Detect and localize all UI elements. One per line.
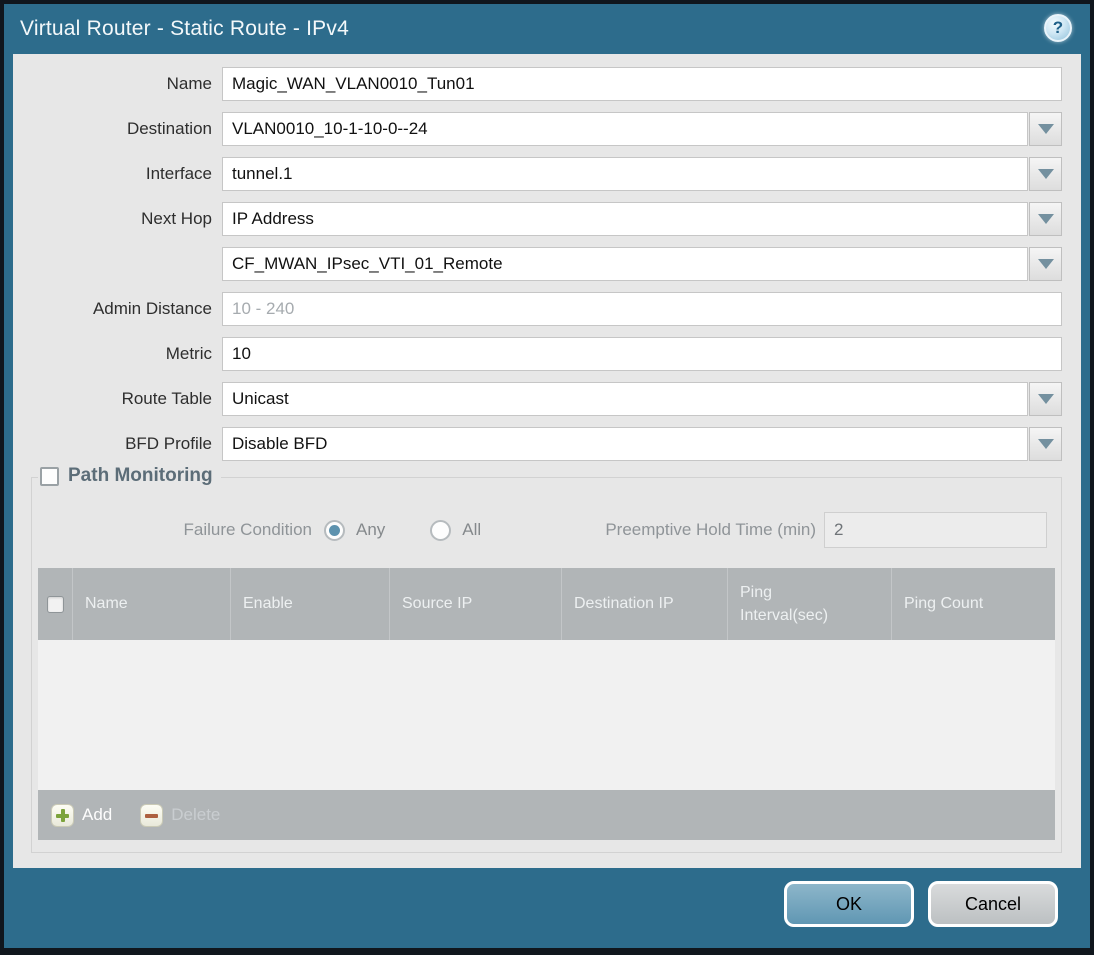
add-plus-icon xyxy=(51,803,74,827)
preemptive-hold-time-input[interactable] xyxy=(824,512,1047,548)
path-monitoring-checkbox[interactable] xyxy=(40,466,59,486)
help-icon-glyph: ? xyxy=(1052,18,1064,37)
next-hop-address-input[interactable] xyxy=(222,247,1028,281)
dialog-title: Virtual Router - Static Route - IPv4 xyxy=(20,17,349,40)
bfd-profile-label: BFD Profile xyxy=(125,434,212,453)
failure-condition-row: Failure Condition Any All Preemptive Hol… xyxy=(38,512,1055,548)
next-hop-type-input[interactable] xyxy=(222,202,1028,236)
next-hop-label: Next Hop xyxy=(141,209,212,228)
column-header-source-ip[interactable]: Source IP xyxy=(390,568,562,640)
admin-distance-label: Admin Distance xyxy=(92,299,212,318)
chevron-down-icon xyxy=(1037,169,1054,179)
path-monitoring-title: Path Monitoring xyxy=(68,465,213,486)
delete-minus-icon xyxy=(140,803,164,827)
form-row-interface: Interface xyxy=(31,157,1062,191)
interface-dropdown-button[interactable] xyxy=(1029,157,1062,191)
failure-condition-any-label: Any xyxy=(356,520,386,539)
select-all-checkbox[interactable] xyxy=(46,595,64,613)
ok-button[interactable]: OK xyxy=(784,881,914,927)
admin-distance-input[interactable] xyxy=(222,292,1062,326)
destination-dropdown-button[interactable] xyxy=(1029,112,1062,146)
interface-label: Interface xyxy=(145,164,212,183)
chevron-down-icon xyxy=(1037,439,1054,449)
dialog-actions: OK Cancel xyxy=(784,881,1058,927)
chevron-down-icon xyxy=(1037,214,1054,224)
column-header-enable[interactable]: Enable xyxy=(231,568,390,640)
path-monitoring-legend: Path Monitoring xyxy=(38,465,221,487)
route-table-dropdown-button[interactable] xyxy=(1029,382,1062,416)
destination-input[interactable] xyxy=(222,112,1028,146)
failure-condition-radio-any[interactable] xyxy=(324,519,345,541)
dialog-body: Name Destination Interface xyxy=(13,54,1081,868)
path-monitoring-section: Path Monitoring Failure Condition Any Al… xyxy=(31,465,1062,853)
route-table-label: Route Table xyxy=(121,389,212,408)
name-input[interactable] xyxy=(222,67,1062,101)
form-row-next-hop: Next Hop xyxy=(31,202,1062,236)
route-table-input[interactable] xyxy=(222,382,1028,416)
next-hop-type-dropdown-button[interactable] xyxy=(1029,202,1062,236)
failure-condition-all-label: All xyxy=(462,520,482,539)
column-header-destination-ip[interactable]: Destination IP xyxy=(562,568,728,640)
chevron-down-icon xyxy=(1037,394,1054,404)
column-header-ping-count[interactable]: Ping Count xyxy=(892,568,1055,640)
path-monitoring-table-body xyxy=(38,640,1055,790)
chevron-down-icon xyxy=(1037,259,1054,269)
preemptive-hold-time-label: Preemptive Hold Time (min) xyxy=(605,520,816,539)
dialog-titlebar: Virtual Router - Static Route - IPv4 xyxy=(4,4,1090,54)
metric-label: Metric xyxy=(165,344,212,363)
next-hop-address-dropdown-button[interactable] xyxy=(1029,247,1062,281)
column-header-ping-interval[interactable]: Ping Interval(sec) xyxy=(728,568,892,640)
form-row-bfd-profile: BFD Profile xyxy=(31,427,1062,461)
form-row-name: Name xyxy=(31,67,1062,101)
dialog-frame: Virtual Router - Static Route - IPv4 ? N… xyxy=(4,4,1090,948)
form-row-admin-distance: Admin Distance xyxy=(31,292,1062,326)
metric-input[interactable] xyxy=(222,337,1062,371)
form-row-destination: Destination xyxy=(31,112,1062,146)
add-button-label: Add xyxy=(82,805,113,824)
failure-condition-label: Failure Condition xyxy=(183,520,312,539)
form-row-route-table: Route Table xyxy=(31,382,1062,416)
failure-condition-radio-all[interactable] xyxy=(430,519,452,541)
path-monitoring-table-toolbar: Add Delete xyxy=(38,790,1055,840)
path-monitoring-table-header: Name Enable Source IP Destination IP Pin… xyxy=(38,568,1055,640)
name-label: Name xyxy=(166,74,212,93)
form-row-next-hop-address xyxy=(31,247,1062,281)
destination-label: Destination xyxy=(126,119,212,138)
help-icon[interactable]: ? xyxy=(1044,14,1072,42)
select-all-column-header xyxy=(38,568,73,640)
delete-button[interactable]: Delete xyxy=(140,803,221,827)
column-header-name[interactable]: Name xyxy=(73,568,231,640)
bfd-profile-input[interactable] xyxy=(222,427,1028,461)
cancel-button[interactable]: Cancel xyxy=(928,881,1058,927)
add-button[interactable]: Add xyxy=(51,803,113,827)
bfd-profile-dropdown-button[interactable] xyxy=(1029,427,1062,461)
delete-button-label: Delete xyxy=(171,805,221,824)
chevron-down-icon xyxy=(1037,124,1054,134)
form-row-metric: Metric xyxy=(31,337,1062,371)
interface-input[interactable] xyxy=(222,157,1028,191)
